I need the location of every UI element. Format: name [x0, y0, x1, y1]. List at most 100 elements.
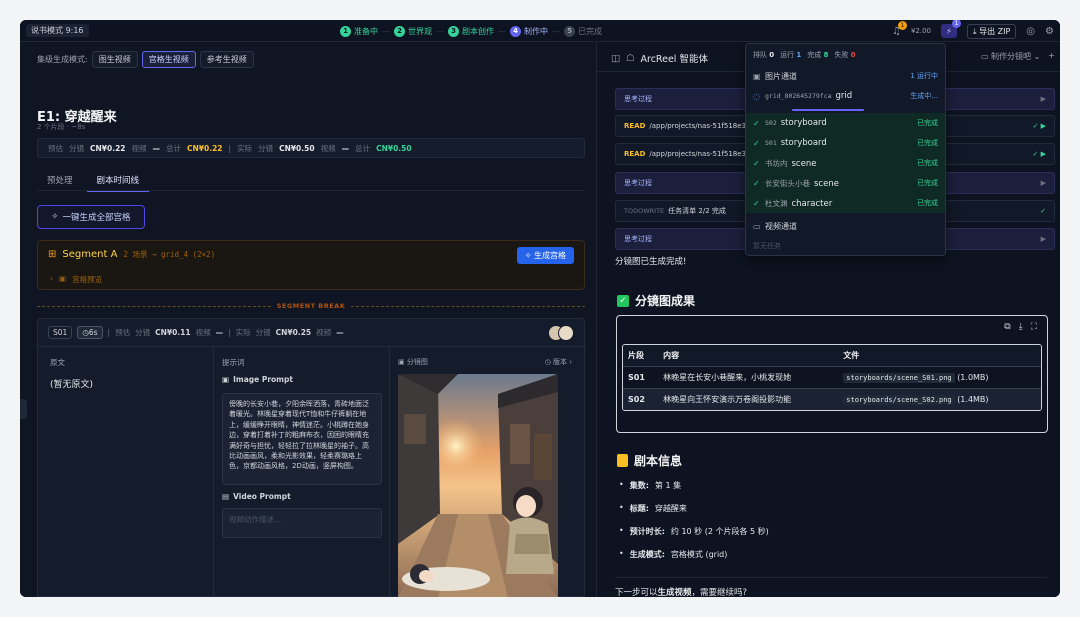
fullscreen-icon[interactable]: ⛶: [1031, 322, 1037, 332]
task-badge: 1: [951, 20, 961, 28]
segment-card: ⊞ Segment A 2 场景 → grid_4 (2×2) ✧ 生成宫格 ›…: [37, 240, 585, 290]
clipboard-icon: [617, 454, 628, 467]
step-separator: —: [552, 26, 560, 36]
episode-subtitle: 2 个片段 · ~8s: [37, 123, 86, 131]
table-cell: 林晚星在长安小巷醒来，小桃发现她: [658, 366, 839, 389]
image-prompt-label: Image Prompt: [233, 375, 293, 384]
task-id: S01: [765, 139, 777, 147]
grid-preview-toggle[interactable]: › ▣ 宫格预览: [50, 274, 102, 285]
notification-badge: 1: [897, 20, 907, 30]
export-zip-button[interactable]: ⤓ 导出 ZIP: [966, 23, 1017, 39]
step-2[interactable]: 2 世界观: [394, 25, 432, 37]
export-label: 导出 ZIP: [979, 26, 1011, 36]
task-row[interactable]: ✓ 书坊内 scene 已完成: [746, 153, 945, 173]
generate-all-grids-button[interactable]: ✧ 一键生成全部宫格: [37, 205, 145, 229]
gear-icon[interactable]: ⚙: [1045, 26, 1054, 37]
storyboard-image[interactable]: [398, 374, 558, 597]
checkbox-icon: ✓: [617, 294, 629, 307]
chevron-right-icon: ›: [50, 274, 53, 283]
shot-duration[interactable]: ◷6s: [77, 326, 103, 339]
copy-icon[interactable]: ⧉: [1004, 322, 1010, 332]
shot-id[interactable]: S01: [48, 326, 73, 339]
step-5[interactable]: 5 已完成: [564, 25, 602, 37]
total-label: 总计: [166, 143, 182, 153]
info-item: • 标题: 穿越醒来: [619, 503, 687, 514]
session-selector[interactable]: ▭ 制作分镜吧 ⌄: [981, 51, 1040, 62]
download-icon[interactable]: ⤓: [1019, 322, 1023, 332]
image-icon: ▣: [59, 274, 67, 283]
file-path[interactable]: storyboards/scene_S02.png: [843, 395, 955, 405]
step-3[interactable]: 3 剧本创作: [448, 25, 494, 37]
grid-preview-label: 宫格预览: [72, 275, 103, 284]
gen-mode-reference-to-video[interactable]: 参考生视频: [199, 51, 254, 68]
next-bold: 生成视频: [657, 588, 692, 597]
file-size: (1.0MB): [957, 373, 989, 382]
tab-preprocess[interactable]: 预处理: [37, 170, 83, 192]
plus-icon[interactable]: +: [1048, 51, 1055, 62]
version-label: 版本: [552, 358, 567, 366]
github-icon[interactable]: ◎: [1026, 26, 1035, 37]
step-label: 准备中: [354, 26, 378, 36]
divider: |: [228, 143, 232, 153]
file-path[interactable]: storyboards/scene_S01.png: [843, 373, 955, 383]
table-cell: 林晚星向王怀安演示万卷阁投影功能: [658, 388, 839, 410]
image-prompt-textarea[interactable]: 傍晚的长安小巷，夕阳余晖洒落，青砖地面泛着暖光。林晚星穿着现代T恤和牛仔裤躺在地…: [222, 393, 382, 485]
top-bar: 说书模式 9:16 1 准备中 — 2 世界观 — 3 剧本创作 — 4 制作中 — 5…: [20, 20, 1060, 42]
task-row[interactable]: ✓ 杜文渊 character 已完成: [746, 193, 945, 213]
failed-label: 失败: [834, 51, 849, 59]
gen-mode-label: 集级生成模式:: [37, 55, 88, 64]
version-selector[interactable]: ◷ 版本 ›: [545, 357, 572, 367]
left-panel: 集级生成模式: 图生视频 宫格生视频 参考生视频 E1: 穿越醒来 2 个片段 …: [20, 42, 596, 597]
gen-mode-grid-to-video[interactable]: 宫格生视频: [141, 51, 196, 68]
character-avatars[interactable]: [548, 325, 574, 341]
task-kind: scene: [814, 178, 839, 189]
image-channel-header: ▣ 图片通道 1 运行中: [746, 66, 945, 86]
total-label: 总计: [355, 143, 371, 153]
chevron-down-icon: ⌄: [1031, 52, 1041, 61]
info-key: 预计时长:: [629, 527, 665, 536]
shot-duration-value: 6s: [88, 328, 98, 337]
task-row[interactable]: ✓ S02 storyboard 已完成: [746, 113, 945, 133]
step-1[interactable]: 1 准备中: [340, 25, 378, 37]
step-4[interactable]: 4 制作中: [510, 25, 548, 37]
no-task-message: 暂无任务: [753, 242, 781, 250]
task-queue-icon[interactable]: ⚡ 1: [940, 20, 961, 38]
check-icon: ✓: [753, 158, 760, 168]
file-size: (1.4MB): [957, 395, 989, 404]
queue-label: 排队: [753, 51, 767, 59]
task-row[interactable]: ✓ 长安街头小巷 scene 已完成: [746, 173, 945, 193]
generate-grid-label: 生成宫格: [534, 251, 566, 260]
source-label: 原文: [50, 358, 65, 367]
step-separator: —: [436, 26, 444, 36]
session-controls: ▭ 制作分镜吧 ⌄ +: [981, 51, 1055, 62]
step-number: 4: [510, 25, 521, 37]
video-label: 视频: [316, 328, 332, 337]
bell-icon[interactable]: ♫ 1: [892, 20, 907, 37]
bot-icon: ☖: [625, 52, 635, 64]
generate-grid-button[interactable]: ✧ 生成宫格: [516, 247, 574, 264]
agent-title-text: ArcReel 智能体: [640, 54, 708, 65]
mode-pill[interactable]: 说书模式 9:16: [26, 24, 89, 37]
video-channel-label: 视频通道: [765, 221, 797, 231]
info-value: 宫格模式 (grid): [670, 550, 728, 559]
panel-toggle-icon[interactable]: ◫: [611, 53, 620, 64]
collapse-handle[interactable]: [20, 399, 27, 419]
table-row: S01 林晚星在长安小巷醒来，小桃发现她 storyboards/scene_S…: [623, 366, 1041, 389]
log-key: TODOWRITE: [624, 207, 665, 215]
log-text: 思考过程: [624, 95, 652, 103]
task-kind: storyboard: [780, 118, 827, 128]
table-cell: S02: [623, 388, 659, 410]
video-prompt-textarea[interactable]: 视频动作描述...: [222, 508, 382, 538]
column-header: 内容: [658, 345, 839, 367]
task-id: 书坊内: [765, 158, 788, 168]
step-number: 1: [340, 25, 351, 37]
source-column: 原文 (暂无原文): [38, 347, 214, 597]
tab-timeline[interactable]: 剧本时间线: [86, 170, 150, 192]
task-row[interactable]: ✓ S01 storyboard 已完成: [746, 133, 945, 153]
step-label: 世界观: [408, 26, 432, 36]
image-icon: ▣: [222, 375, 230, 384]
video-estimate: —: [152, 143, 161, 153]
log-key: READ: [624, 150, 646, 158]
gen-mode-image-to-video[interactable]: 图生视频: [91, 51, 138, 68]
task-row-running[interactable]: ◌ grid_802645279fca grid 生成中...: [746, 86, 945, 106]
